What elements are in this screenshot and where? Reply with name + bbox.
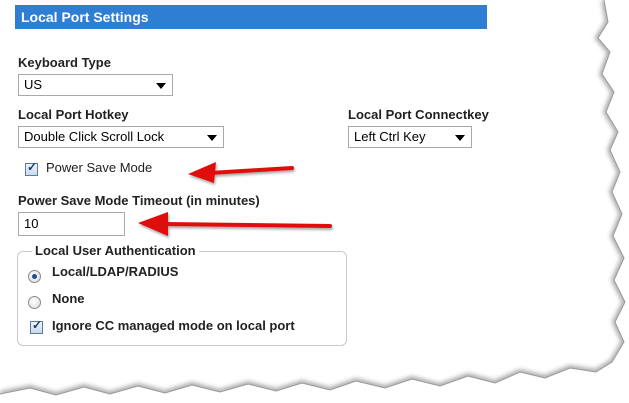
radio-none[interactable]: [28, 296, 41, 309]
radio-none-label: None: [52, 291, 85, 306]
checkmark-icon: ✓: [32, 318, 43, 332]
power-save-timeout-value: 10: [24, 216, 39, 231]
local-port-connectkey-select[interactable]: Left Ctrl Key: [348, 126, 472, 148]
power-save-mode-checkbox[interactable]: ✓: [25, 160, 38, 176]
local-user-auth-legend: Local User Authentication: [32, 243, 199, 258]
keyboard-type-label: Keyboard Type: [18, 55, 111, 70]
annotation-arrow-power-save: [188, 162, 294, 183]
local-port-hotkey-select[interactable]: Double Click Scroll Lock: [18, 126, 224, 148]
radio-selected-dot: [32, 274, 37, 279]
keyboard-type-value: US: [24, 77, 43, 92]
keyboard-type-select[interactable]: US: [18, 74, 173, 96]
ignore-cc-checkbox[interactable]: ✓: [30, 318, 43, 334]
local-port-settings-panel: Local Port Settings Keyboard Type US Loc…: [0, 0, 629, 403]
chevron-down-icon: [207, 135, 217, 141]
annotation-arrow-timeout: [138, 212, 332, 236]
local-port-connectkey-value: Left Ctrl Key: [354, 129, 426, 144]
power-save-timeout-input[interactable]: 10: [18, 212, 125, 236]
radio-local-ldap-radius-label: Local/LDAP/RADIUS: [52, 264, 179, 279]
chevron-down-icon: [455, 135, 465, 141]
power-save-mode-label: Power Save Mode: [46, 160, 153, 175]
radio-local-ldap-radius[interactable]: [28, 270, 41, 283]
section-header: Local Port Settings: [15, 5, 487, 29]
section-title: Local Port Settings: [21, 9, 149, 25]
local-port-connectkey-label: Local Port Connectkey: [348, 107, 489, 122]
ignore-cc-label: Ignore CC managed mode on local port: [52, 318, 295, 333]
checkmark-icon: ✓: [27, 160, 38, 174]
local-port-hotkey-value: Double Click Scroll Lock: [24, 129, 165, 144]
power-save-timeout-label: Power Save Mode Timeout (in minutes): [18, 193, 260, 208]
chevron-down-icon: [156, 83, 166, 89]
local-port-hotkey-label: Local Port Hotkey: [18, 107, 129, 122]
